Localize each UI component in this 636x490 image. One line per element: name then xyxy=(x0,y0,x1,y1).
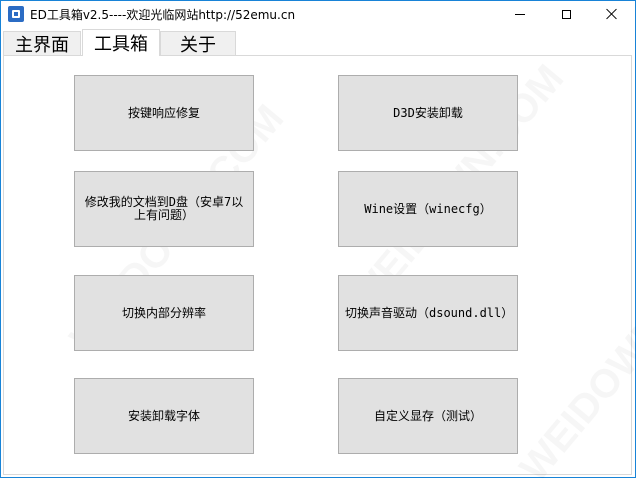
window-title: ED工具箱v2.5----欢迎光临网站http://52emu.cn xyxy=(30,7,296,22)
minimize-icon xyxy=(515,13,525,15)
move-documents-button[interactable]: 修改我的文档到D盘（安卓7以上有问题） xyxy=(74,171,254,247)
close-button[interactable] xyxy=(589,1,635,27)
title-bar[interactable]: ED工具箱v2.5----欢迎光临网站http://52emu.cn xyxy=(1,1,635,27)
toolbox-panel: WEIDOWN.COM WEIDOWN.COM WEIDOWN.COM 按键响应… xyxy=(3,55,632,475)
font-install-button[interactable]: 安装卸载字体 xyxy=(74,378,254,454)
app-icon xyxy=(8,6,24,22)
wine-settings-button[interactable]: Wine设置（winecfg） xyxy=(338,171,518,247)
tab-about[interactable]: 关于 xyxy=(160,31,236,56)
switch-sound-driver-button[interactable]: 切换声音驱动（dsound.dll） xyxy=(338,275,518,351)
tab-strip: 主界面 工具箱 关于 xyxy=(3,29,633,56)
tab-toolbox[interactable]: 工具箱 xyxy=(82,29,160,56)
tab-main[interactable]: 主界面 xyxy=(3,31,81,56)
maximize-icon xyxy=(561,9,571,19)
switch-resolution-button[interactable]: 切换内部分辨率 xyxy=(74,275,254,351)
d3d-install-button[interactable]: D3D安装卸载 xyxy=(338,75,518,151)
minimize-button[interactable] xyxy=(497,1,543,27)
close-icon xyxy=(606,8,618,20)
key-response-fix-button[interactable]: 按键响应修复 xyxy=(74,75,254,151)
maximize-button[interactable] xyxy=(543,1,589,27)
custom-vram-button[interactable]: 自定义显存（测试） xyxy=(338,378,518,454)
app-window: ED工具箱v2.5----欢迎光临网站http://52emu.cn 主界面 工… xyxy=(0,0,636,478)
watermark-3: WEIDOWN.COM xyxy=(512,227,636,490)
